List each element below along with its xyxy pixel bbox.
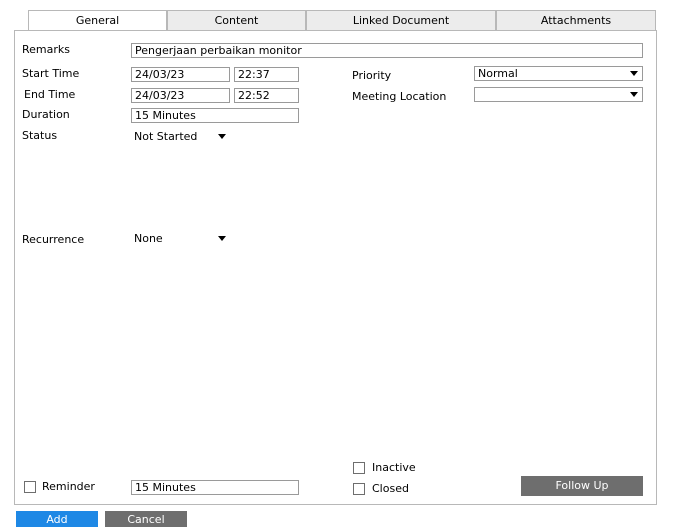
chevron-down-icon <box>630 92 638 97</box>
cancel-button[interactable]: Cancel <box>105 511 187 527</box>
status-dropdown[interactable]: Not Started <box>130 129 231 144</box>
end-date-input[interactable]: 24/03/23 <box>131 88 230 103</box>
start-time-label: Start Time <box>22 67 80 80</box>
chevron-down-icon <box>218 134 226 139</box>
tab-attachments[interactable]: Attachments <box>496 10 656 30</box>
recurrence-label: Recurrence <box>22 233 85 246</box>
start-date-input[interactable]: 24/03/23 <box>131 67 230 82</box>
tab-general-label: General <box>75 14 120 27</box>
tab-attachments-label: Attachments <box>540 14 612 27</box>
remarks-input[interactable]: Pengerjaan perbaikan monitor <box>131 43 643 58</box>
reminder-label: Reminder <box>42 480 95 493</box>
start-clock-input[interactable]: 22:37 <box>234 67 299 82</box>
add-button[interactable]: Add <box>16 511 98 527</box>
tab-content[interactable]: Content <box>167 10 306 30</box>
priority-dropdown[interactable]: Normal <box>474 66 643 81</box>
recurrence-dropdown[interactable]: None <box>130 231 231 246</box>
closed-checkbox[interactable] <box>353 483 365 495</box>
meeting-location-label: Meeting Location <box>352 90 447 103</box>
tab-linked-document-label: Linked Document <box>352 14 450 27</box>
status-value: Not Started <box>134 130 198 143</box>
inactive-label: Inactive <box>372 461 416 474</box>
duration-input[interactable]: 15 Minutes <box>131 108 299 123</box>
reminder-input[interactable]: 15 Minutes <box>131 480 299 495</box>
tab-bar: General Content Linked Document Attachme… <box>28 10 656 32</box>
tab-general[interactable]: General <box>28 10 167 32</box>
reminder-checkbox[interactable] <box>24 481 36 493</box>
recurrence-value: None <box>134 232 163 245</box>
closed-label: Closed <box>372 482 409 495</box>
inactive-checkbox[interactable] <box>353 462 365 474</box>
end-clock-input[interactable]: 22:52 <box>234 88 299 103</box>
follow-up-button[interactable]: Follow Up <box>521 476 643 496</box>
remarks-label: Remarks <box>22 43 70 56</box>
tab-linked-document[interactable]: Linked Document <box>306 10 496 30</box>
status-label: Status <box>22 129 58 142</box>
tab-content-label: Content <box>214 14 259 27</box>
end-time-label: End Time <box>24 88 76 101</box>
priority-label: Priority <box>352 69 392 82</box>
chevron-down-icon <box>630 71 638 76</box>
priority-value: Normal <box>478 67 518 80</box>
chevron-down-icon <box>218 236 226 241</box>
duration-label: Duration <box>22 108 70 121</box>
meeting-location-dropdown[interactable] <box>474 87 643 102</box>
